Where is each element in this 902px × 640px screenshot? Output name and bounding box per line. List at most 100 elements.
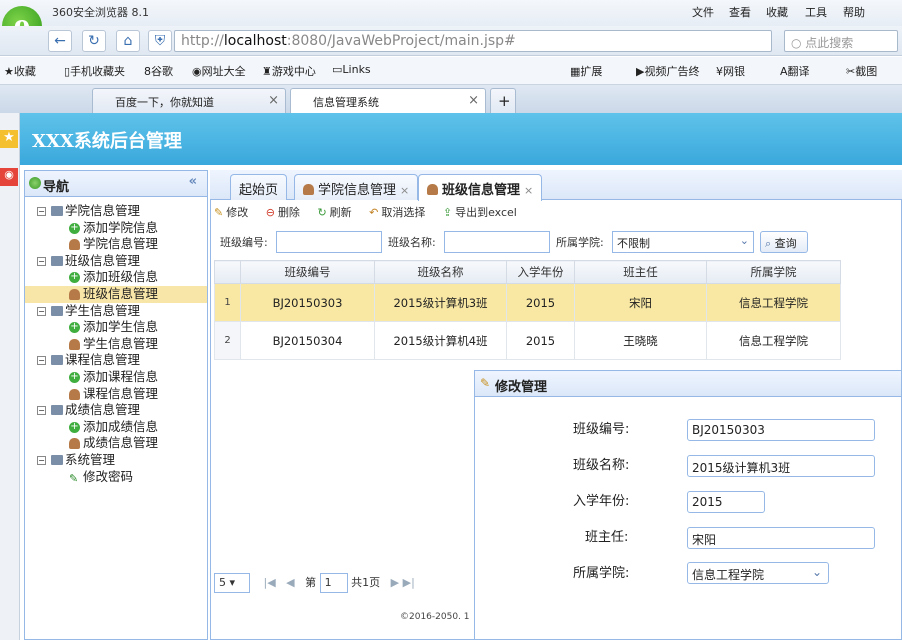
column-header[interactable]: 班级名称 [374,260,507,284]
tab-class-manage[interactable]: 班级信息管理 × [418,174,543,201]
edit-button[interactable]: ✎ 修改 [214,204,248,220]
bookmark-bank[interactable]: ¥网银 [716,63,745,79]
bookmark-favorites[interactable]: ★收藏 [4,63,36,79]
tree-label: 班级信息管理 [65,252,141,268]
browser-tab-system[interactable]: 信息管理系统 × [290,88,486,113]
bookmark-games[interactable]: ♜游戏中心 [262,63,316,79]
page-size-select[interactable]: 5 ▾ [214,573,250,593]
tree-group[interactable]: − 成绩信息管理 [25,402,207,419]
reload-icon: ↻ [317,206,327,219]
tree-group[interactable]: − 系统管理 [25,452,207,469]
pager: 5 ▾ |◀ ◀ 第 1 共1页 ▶ ▶| [214,573,484,597]
tree-group[interactable]: − 课程信息管理 [25,352,207,369]
expand-toggle-icon[interactable]: − [37,356,46,366]
dialog-class-name-input[interactable]: 2015级计算机3班 [687,455,875,477]
close-icon[interactable]: × [524,184,533,197]
refresh-icon[interactable]: ↻ [82,30,106,52]
tab-college-manage[interactable]: 学院信息管理 × [294,174,419,200]
menu-favorites[interactable]: 收藏 [766,4,788,20]
star-icon[interactable]: ★ [0,130,18,148]
search-icon: ⌕ [765,237,772,250]
tree-item[interactable]: 学生信息管理 [25,336,207,353]
url-host: localhost [223,33,287,49]
chevron-down-icon: ▾ [229,576,236,589]
chevron-down-icon: ⌄ [739,234,749,247]
query-button[interactable]: ⌕ 查询 [760,231,808,253]
cancel-select-button[interactable]: ↶ 取消选择 [369,204,425,220]
tree-item[interactable]: + 添加课程信息 [25,369,207,386]
class-no-input[interactable] [276,231,382,253]
expand-toggle-icon[interactable]: − [37,207,46,216]
menu-tools[interactable]: 工具 [805,4,827,20]
bookmark-translate[interactable]: A翻译 [780,63,810,79]
dialog-header[interactable]: ✎ 修改管理 [475,371,901,397]
dialog-teacher-input[interactable]: 宋阳 [687,527,875,549]
tree-group[interactable]: − 学生信息管理 [25,303,207,320]
bookmark-hao123[interactable]: ◉网址大全 [192,63,246,79]
tree-group[interactable]: − 班级信息管理 [25,253,207,270]
column-header[interactable]: 所属学院 [706,260,841,284]
tree-item[interactable]: + 添加班级信息 [25,269,207,286]
new-tab-button[interactable]: + [490,88,516,113]
browser-tab-baidu[interactable]: 百度一下，你就知道 × [92,88,286,113]
dialog-class-no-input[interactable]: BJ20150303 [687,419,875,441]
bookmark-google[interactable]: 8谷歌 [144,63,173,79]
tree-item[interactable]: 班级信息管理 [25,285,207,303]
shield-icon[interactable]: ⛨ [148,30,172,52]
folder-icon [51,206,63,216]
delete-button[interactable]: ⊖ 删除 [266,204,300,220]
tree-item[interactable]: 学院信息管理 [25,236,207,253]
tree-item[interactable]: ✎ 修改密码 [25,469,207,486]
tree-label: 学院信息管理 [83,236,159,252]
expand-toggle-icon[interactable]: − [37,256,46,266]
menu-help[interactable]: 帮助 [843,4,865,20]
tree-item[interactable]: 成绩信息管理 [25,435,207,452]
menu-view[interactable]: 查看 [729,4,751,20]
column-header[interactable]: 班主任 [574,260,707,284]
weibo-icon[interactable]: ◉ [0,168,18,186]
column-header[interactable]: 班级编号 [240,260,375,284]
refresh-button[interactable]: ↻ 刷新 [317,204,351,220]
bookmark-extensions[interactable]: ▦扩展 [570,63,602,79]
menu-file[interactable]: 文件 [692,4,714,20]
column-header[interactable]: 入学年份 [506,260,575,284]
page-number-input[interactable]: 1 [319,573,348,593]
tree-item[interactable]: + 添加学生信息 [25,319,207,336]
next-page-icon[interactable]: ▶ [391,576,399,589]
close-icon[interactable]: × [400,184,409,197]
close-icon[interactable]: × [468,93,479,108]
expand-toggle-icon[interactable]: − [37,306,46,316]
first-page-icon[interactable]: |◀ [264,576,276,589]
browser-search-input[interactable]: ○ 点此搜索 [784,30,898,52]
address-bar[interactable]: http://localhost:8080/JavaWebProject/mai… [174,30,772,52]
tree-item[interactable]: + 添加学院信息 [25,220,207,237]
back-arrow-icon[interactable]: ← [48,30,72,52]
expand-toggle-icon[interactable]: − [37,406,46,416]
grid-toolbar: ✎ 修改 ⊖ 删除 ↻ 刷新 ↶ 取消选择 ⇪ 导出到excel [214,204,531,220]
bookmark-video-ad[interactable]: ▶视频广告终 [636,63,699,79]
home-icon[interactable]: ⌂ [116,30,140,52]
tree-item[interactable]: + 添加成绩信息 [25,419,207,436]
college-filter-select[interactable]: 不限制 ⌄ [612,231,754,253]
tab-home[interactable]: 起始页 [230,174,288,200]
tree-item[interactable]: 课程信息管理 [25,386,207,403]
last-page-icon[interactable]: ▶| [403,576,415,589]
bookmark-screenshot[interactable]: ✂截图 [846,63,877,79]
table-cell: BJ20150304 [240,321,375,360]
tree-group[interactable]: − 学院信息管理 [25,203,207,220]
close-icon[interactable]: × [268,93,279,108]
expand-toggle-icon[interactable]: − [37,455,46,465]
prev-page-icon[interactable]: ◀ [286,576,294,589]
table-row[interactable]: 2 BJ20150304 2015级计算机4班 2015 王晓晓 信息工程学院 [214,321,841,360]
bookmark-links[interactable]: ▭Links [332,63,371,76]
dialog-college-select[interactable]: 信息工程学院 ⌄ [687,562,829,584]
dialog-year-input[interactable]: 2015 [687,491,765,513]
class-name-input[interactable] [444,231,550,253]
bookmark-mobile[interactable]: ▯手机收藏夹 [64,63,125,79]
table-row[interactable]: 1 BJ20150303 2015级计算机3班 2015 宋阳 信息工程学院 [214,283,841,322]
export-excel-button[interactable]: ⇪ 导出到excel [443,204,517,220]
browser-sidebar [0,113,20,640]
dialog-class-no-label: 班级编号: [573,422,630,437]
row-number-header [214,260,241,284]
collapse-icon[interactable]: « [189,174,197,189]
